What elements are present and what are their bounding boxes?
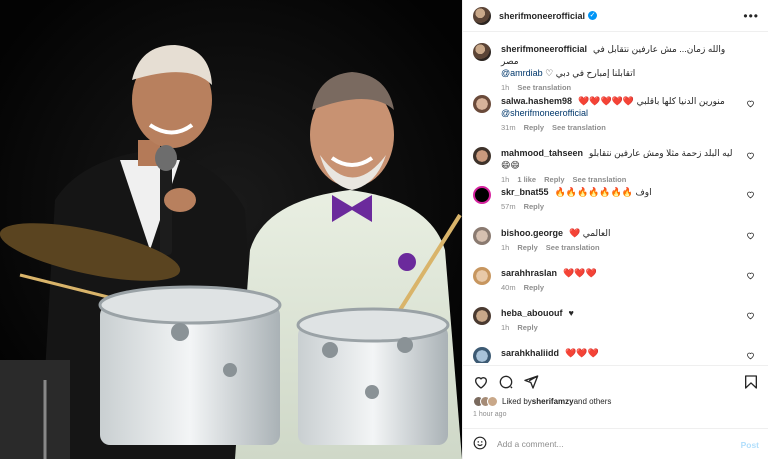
- post-header: sherifmoneerofficial ✓ •••: [463, 0, 768, 32]
- more-icon[interactable]: •••: [743, 9, 759, 23]
- like-heart-icon[interactable]: [746, 271, 755, 280]
- comment-time: 31m: [501, 123, 516, 132]
- comment-time: 1h: [501, 323, 510, 332]
- comment-text: ❤️❤️❤️: [563, 268, 597, 278]
- photo-illustration: [0, 0, 462, 459]
- post-button[interactable]: Post: [741, 440, 759, 450]
- comment-time: 40m: [501, 283, 516, 292]
- comment-username[interactable]: mahmood_tahseen: [501, 148, 583, 158]
- comment-avatar[interactable]: [473, 186, 491, 204]
- comment-text: ♥: [568, 308, 574, 318]
- comment-username[interactable]: sarahhraslan: [501, 268, 557, 278]
- reply-button[interactable]: Reply: [524, 201, 544, 213]
- post-photo[interactable]: [0, 0, 462, 459]
- add-comment-bar: Post: [463, 428, 768, 459]
- comment-avatar[interactable]: [473, 347, 491, 363]
- like-heart-icon[interactable]: [746, 351, 755, 360]
- comment-username[interactable]: sarahkhaliidd: [501, 348, 559, 358]
- comment-avatar[interactable]: [473, 147, 491, 165]
- comment-text: ❤️❤️❤️: [565, 348, 599, 358]
- comment-text: اوف 🔥🔥🔥🔥🔥🔥🔥: [554, 187, 652, 197]
- share-icon[interactable]: [523, 374, 539, 390]
- like-heart-icon[interactable]: [746, 190, 755, 199]
- comment-avatar[interactable]: [473, 227, 491, 245]
- caption-time: 1h: [501, 83, 510, 92]
- reply-button[interactable]: Reply: [517, 242, 537, 254]
- like-heart-icon[interactable]: [473, 374, 489, 390]
- comment-avatar[interactable]: [473, 307, 491, 325]
- comment-username[interactable]: salwa.hashem98: [501, 96, 572, 106]
- caption-text-2: اتقابلنا إمبارح في دبي ♡: [545, 68, 636, 78]
- comment-likes[interactable]: 1 like: [517, 174, 536, 186]
- post-dialog: sherifmoneerofficial ✓ ••• sherifmoneero…: [0, 0, 768, 459]
- reply-button[interactable]: Reply: [544, 174, 564, 186]
- like-heart-icon[interactable]: [746, 99, 755, 108]
- caption-tag[interactable]: @amrdiab: [501, 68, 543, 78]
- action-bar: [463, 365, 768, 395]
- comment-time: 1h: [501, 175, 510, 184]
- like-heart-icon[interactable]: [746, 151, 755, 160]
- caption-username[interactable]: sherifmoneerofficial: [501, 44, 587, 54]
- liker-avatar: [487, 396, 498, 407]
- comment-text: منورين الدنيا كلها باقلبي ❤️❤️❤️❤️❤️: [578, 96, 725, 106]
- likes-prefix: Liked by: [502, 397, 532, 406]
- caption-see-translation[interactable]: See translation: [517, 82, 571, 94]
- comment-time: 57m: [501, 202, 516, 211]
- comment-text: العالمي ❤️: [569, 228, 611, 238]
- verified-icon: ✓: [588, 11, 598, 20]
- comments-scroll[interactable]: sherifmoneerofficial والله زمان... مش عار…: [463, 33, 768, 363]
- like-heart-icon[interactable]: [746, 231, 755, 240]
- likes-suffix[interactable]: and others: [574, 397, 612, 406]
- post-timestamp: 1 hour ago: [473, 411, 507, 418]
- reply-button[interactable]: Reply: [524, 122, 544, 134]
- see-translation-button[interactable]: See translation: [573, 174, 627, 186]
- see-translation-button[interactable]: See translation: [546, 242, 600, 254]
- comment-avatar[interactable]: [473, 267, 491, 285]
- emoji-icon[interactable]: [473, 436, 487, 452]
- comment-input[interactable]: [497, 439, 717, 449]
- author-username[interactable]: sherifmoneerofficial: [499, 11, 585, 21]
- reply-button[interactable]: Reply: [524, 282, 544, 294]
- comment-icon[interactable]: [498, 374, 514, 390]
- comment-avatar[interactable]: [473, 95, 491, 113]
- comment-username[interactable]: bishoo.george: [501, 228, 563, 238]
- comment-username[interactable]: heba_abououf: [501, 308, 563, 318]
- comment-time: 1h: [501, 243, 510, 252]
- see-translation-button[interactable]: See translation: [552, 122, 606, 134]
- likes-user[interactable]: sherifamzy: [532, 397, 574, 406]
- comments-panel: sherifmoneerofficial ✓ ••• sherifmoneero…: [462, 0, 768, 459]
- comment-tag[interactable]: @sherifmoneerofficial: [501, 108, 588, 118]
- comment-username[interactable]: skr_bnat55: [501, 187, 549, 197]
- likes-summary: Liked by sherifamzy and others: [473, 396, 611, 407]
- like-heart-icon[interactable]: [746, 311, 755, 320]
- author-avatar[interactable]: [473, 6, 491, 25]
- reply-button[interactable]: Reply: [517, 322, 537, 334]
- caption-avatar[interactable]: [473, 43, 491, 61]
- bookmark-icon[interactable]: [743, 374, 759, 390]
